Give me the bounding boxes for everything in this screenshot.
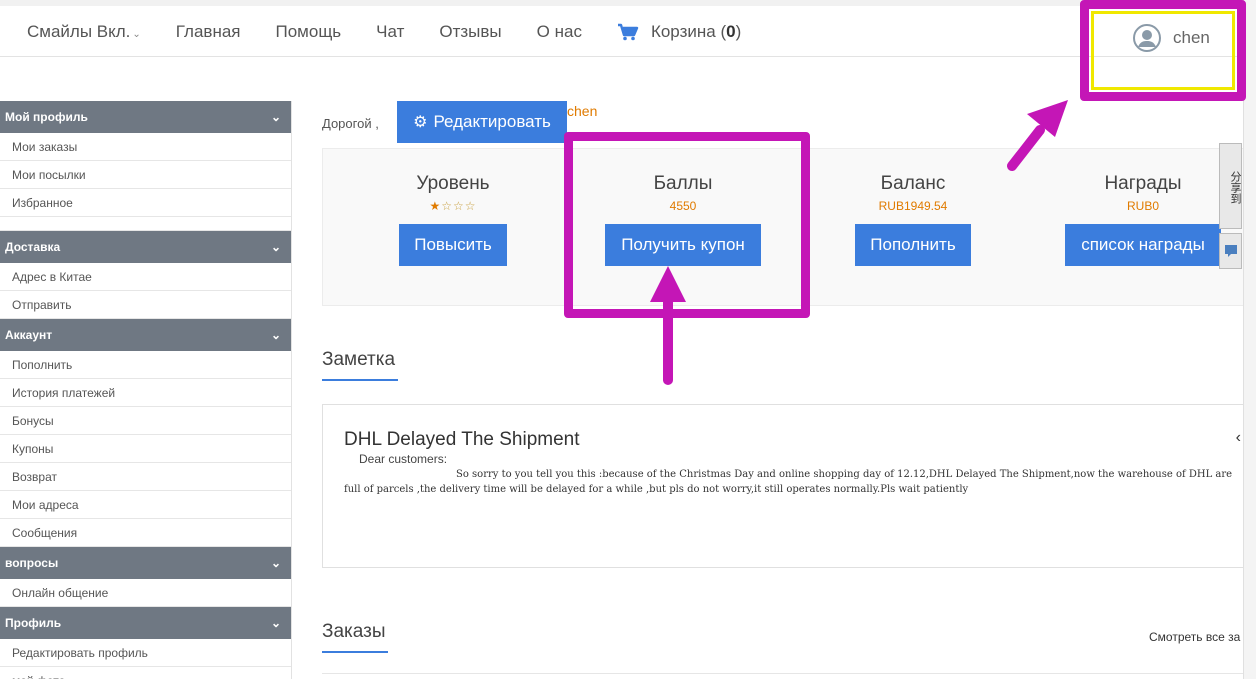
sidebar-item-coupons[interactable]: Купоны <box>0 435 291 463</box>
sidebar-item-messages[interactable]: Сообщения <box>0 519 291 547</box>
note-section-title: Заметка <box>322 349 398 381</box>
caret-down-icon: ⌄ <box>132 29 141 40</box>
gear-icon: ⚙ <box>413 114 428 131</box>
sidebar-section-profile[interactable]: Профиль ⌄ <box>0 607 291 639</box>
note-section-label: Заметка <box>322 349 396 370</box>
sidebar-section-title: Профиль <box>5 616 62 630</box>
edit-profile-button[interactable]: ⚙ Редактировать <box>397 101 567 143</box>
chevron-left-icon[interactable]: ‹ <box>1236 429 1241 447</box>
greeting-text: Дорогой , <box>322 116 379 131</box>
stat-balance: Баланс RUB1949.54 Пополнить <box>855 173 971 266</box>
sidebar-item-payment-history[interactable]: История платежей <box>0 379 291 407</box>
top-navigation-bar: Смайлы Вкл. ⌄ Главная Помощь Чат Отзывы О… <box>0 0 1256 57</box>
sidebar-section-title: вопросы <box>5 556 59 570</box>
announcement-title: DHL Delayed The Shipment <box>344 429 580 450</box>
greeting-username[interactable]: chen <box>567 103 597 119</box>
announcement-greeting: Dear customers: <box>359 452 448 466</box>
chevron-down-icon: ⌄ <box>270 110 281 124</box>
cart-label: Корзина <box>650 22 716 41</box>
cart-icon <box>617 23 639 41</box>
sidebar-section-questions[interactable]: вопросы ⌄ <box>0 547 291 579</box>
sidebar-item-top-up[interactable]: Пополнить <box>0 351 291 379</box>
star-empty-icon: ☆ <box>464 199 477 213</box>
nav-about[interactable]: О нас <box>537 22 582 42</box>
orders-divider <box>322 673 1252 674</box>
nav-smiles-toggle[interactable]: Смайлы Вкл. ⌄ <box>27 22 141 42</box>
vertical-scrollbar[interactable] <box>1243 0 1256 679</box>
annotation-highlight-coupon <box>564 132 810 318</box>
chevron-down-icon: ⌄ <box>270 328 281 342</box>
stat-rewards-value: RUB0 <box>1126 199 1159 213</box>
stat-level-title: Уровень <box>416 173 490 194</box>
section-underline <box>322 651 388 653</box>
account-sidebar: Мой профиль ⌄ Мои заказы Мои посылки Избр… <box>0 101 292 679</box>
star-empty-icon: ☆ <box>453 199 465 213</box>
chevron-down-icon: ⌄ <box>270 240 281 254</box>
sidebar-item-china-address[interactable]: Адрес в Китае <box>0 263 291 291</box>
level-stars: ★☆☆☆ <box>399 199 507 213</box>
main-nav: Смайлы Вкл. ⌄ Главная Помощь Чат Отзывы О… <box>27 20 776 44</box>
sidebar-section-title: Доставка <box>5 240 61 254</box>
star-empty-icon: ☆ <box>441 199 453 213</box>
star-filled-icon: ★ <box>429 199 442 213</box>
upgrade-level-button[interactable]: Повысить <box>399 224 507 266</box>
nav-cart[interactable]: Корзина (0) <box>617 22 741 42</box>
sidebar-item-send[interactable]: Отправить <box>0 291 291 319</box>
sidebar-section-title: Аккаунт <box>5 328 53 342</box>
orders-section-title: Заказы <box>322 621 388 653</box>
sidebar-item-my-photo[interactable]: мой фото <box>0 667 291 679</box>
stat-rewards: Награды RUB0 список награды <box>1065 173 1221 266</box>
stat-balance-title: Баланс <box>880 173 946 194</box>
nav-home[interactable]: Главная <box>176 22 241 42</box>
section-underline <box>322 379 398 381</box>
sidebar-section-account[interactable]: Аккаунт ⌄ <box>0 319 291 351</box>
annotation-inner-border <box>1091 11 1235 90</box>
stat-balance-value: RUB1949.54 <box>878 199 948 213</box>
stat-rewards-title: Награды <box>1104 173 1182 194</box>
chevron-down-icon: ⌄ <box>270 616 281 630</box>
feedback-widget[interactable] <box>1219 233 1242 269</box>
announcement-card: DHL Delayed The Shipment Dear customers:… <box>322 404 1252 568</box>
sidebar-section-delivery[interactable]: Доставка ⌄ <box>0 231 291 263</box>
view-all-orders-link[interactable]: Смотреть все за <box>1149 630 1240 644</box>
chevron-down-icon: ⌄ <box>270 556 281 570</box>
sidebar-section-my-profile[interactable]: Мой профиль ⌄ <box>0 101 291 133</box>
rewards-list-button[interactable]: список награды <box>1065 224 1221 266</box>
sidebar-item-my-orders[interactable]: Мои заказы <box>0 133 291 161</box>
nav-help[interactable]: Помощь <box>276 22 342 42</box>
sidebar-spacer <box>0 217 291 231</box>
sidebar-item-returns[interactable]: Возврат <box>0 463 291 491</box>
sidebar-item-my-parcels[interactable]: Мои посылки <box>0 161 291 189</box>
comment-icon <box>1224 245 1237 257</box>
sidebar-section-title: Мой профиль <box>5 110 88 124</box>
cart-count: 0 <box>726 22 736 41</box>
sidebar-item-bonuses[interactable]: Бонусы <box>0 407 291 435</box>
orders-section-label: Заказы <box>322 621 386 642</box>
edit-profile-label: Редактировать <box>433 112 551 131</box>
nav-smiles-label: Смайлы Вкл. <box>27 22 131 41</box>
top-up-button[interactable]: Пополнить <box>855 224 971 266</box>
nav-reviews[interactable]: Отзывы <box>439 22 501 42</box>
sidebar-item-online-chat[interactable]: Онлайн общение <box>0 579 291 607</box>
sidebar-item-edit-profile[interactable]: Редактировать профиль <box>0 639 291 667</box>
share-widget-label: 分享到 <box>1229 170 1241 204</box>
sidebar-item-favorites[interactable]: Избранное <box>0 189 291 217</box>
annotation-highlight-user <box>1080 0 1246 101</box>
announcement-body: So sorry to you tell you this :because o… <box>344 469 1233 495</box>
stat-level: Уровень ★☆☆☆ Повысить <box>399 173 507 266</box>
sidebar-item-my-addresses[interactable]: Мои адреса <box>0 491 291 519</box>
nav-chat[interactable]: Чат <box>376 22 404 42</box>
share-widget[interactable]: 分享到 <box>1219 143 1242 229</box>
